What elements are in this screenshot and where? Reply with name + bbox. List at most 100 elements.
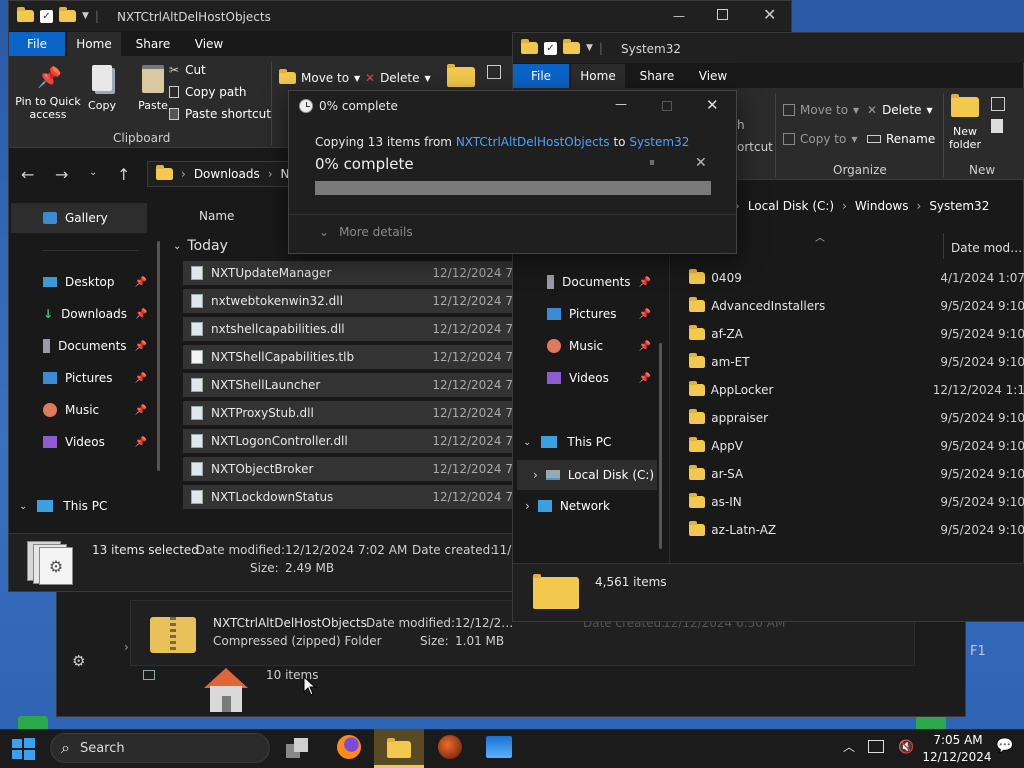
table-row[interactable]: NXTLockdownStatus 12/12/2024 7 [183, 485, 513, 509]
left-maximize-icon[interactable] [717, 9, 728, 20]
left-up-button[interactable]: ↑ [117, 165, 130, 184]
col-header-name[interactable]: Name [199, 209, 234, 223]
ribbon-paste-shortcut-button[interactable]: Paste shortcut [169, 107, 271, 121]
right-address-bar[interactable]: › Local Disk (C:) › Windows › System32 [735, 193, 1024, 219]
right-tab-home[interactable]: Home [571, 64, 625, 88]
right-move-to-button[interactable]: Move to ▼ [783, 103, 859, 117]
list-item[interactable]: am-ET 9/5/2024 9:10 [689, 349, 1024, 375]
dialog-close-icon[interactable]: ✕ [706, 96, 719, 114]
list-item[interactable]: AppLocker 12/12/2024 1:1 [689, 377, 1024, 403]
right-nav-scrollbar[interactable] [659, 343, 662, 549]
list-item[interactable]: as-IN 9/5/2024 9:10 [689, 489, 1024, 515]
left-move-to-button[interactable]: Move to ▼ [279, 69, 360, 85]
list-item[interactable]: appraiser 9/5/2024 9:10 [689, 405, 1024, 431]
right-tab-share[interactable]: Share [635, 64, 679, 88]
ribbon-copy-button[interactable]: Copy [87, 63, 117, 113]
clock-time[interactable]: 7:05 AM [930, 733, 986, 747]
left-qat-folder-icon[interactable] [59, 7, 76, 22]
right-copy-to-button[interactable]: Copy to ▼ [783, 132, 857, 146]
left-qat-dropdown-icon[interactable]: ▼ [82, 11, 89, 21]
table-row[interactable]: nxtshellcapabilities.dll 12/12/2024 7 [183, 317, 513, 341]
table-row[interactable]: NXTObjectBroker 12/12/2024 7 [183, 457, 513, 481]
right-rename-button[interactable]: Rename [867, 132, 935, 146]
left-checkbox-icon[interactable]: ✓ [40, 9, 53, 23]
tray-overflow-icon[interactable]: ︿ [843, 738, 855, 755]
desktop-shortcut-green-2[interactable] [916, 716, 946, 730]
taskbar-search-box[interactable]: ⌕ Search [50, 733, 270, 763]
back-settings-icon[interactable]: ⚙ [72, 652, 85, 670]
start-button[interactable] [12, 738, 36, 760]
right-qat-folder-icon[interactable] [563, 39, 580, 54]
list-item[interactable]: 0409 4/1/2024 1:07 [689, 265, 1024, 291]
nav-pictures[interactable]: Pictures 📌 [43, 371, 147, 385]
left-new-folder-icon[interactable] [447, 64, 475, 87]
right-tab-view[interactable]: View [691, 64, 735, 88]
nav-gallery[interactable]: Gallery [11, 203, 147, 233]
dialog-minimize-icon[interactable]: — [615, 97, 627, 111]
table-row[interactable]: NXTUpdateManager 12/12/2024 7 [183, 261, 513, 285]
firefox-taskbar-icon[interactable] [337, 735, 361, 759]
left-recent-chevron[interactable]: ⌄ [89, 167, 97, 178]
right-checkbox-icon[interactable]: ✓ [544, 41, 557, 55]
list-item[interactable]: AdvancedInstallers 9/5/2024 9:10 [689, 293, 1024, 319]
right-nav-local-disk[interactable]: › Local Disk (C:) [517, 460, 657, 490]
table-row[interactable]: NXTProxyStub.dll 12/12/2024 7 [183, 401, 513, 425]
left-forward-button[interactable]: → [55, 165, 68, 184]
app-taskbar-icon-red[interactable] [438, 735, 462, 759]
desktop-shortcut-green[interactable] [18, 716, 48, 730]
right-nav-this-pc[interactable]: ⌄ This PC [523, 435, 611, 449]
left-tab-view[interactable]: View [187, 32, 231, 56]
group-today[interactable]: ⌄ Today [173, 238, 228, 254]
list-item[interactable]: az-Latn-AZ 9/5/2024 9:10 [689, 517, 1024, 543]
list-item[interactable]: af-ZA 9/5/2024 9:10 [689, 321, 1024, 347]
ribbon-copy-path-button[interactable]: Copy path [169, 85, 247, 99]
right-nav-music[interactable]: Music 📌 [547, 339, 651, 353]
right-tab-file[interactable]: File [513, 64, 569, 88]
left-delete-button[interactable]: ✕ Delete ▼ [365, 71, 431, 85]
breadcrumb-windows[interactable]: Windows [855, 199, 909, 213]
left-tab-file[interactable]: File [9, 32, 65, 56]
table-row[interactable]: NXTShellLauncher 12/12/2024 7 [183, 373, 513, 397]
list-item[interactable]: ar-SA 9/5/2024 9:10 [689, 461, 1024, 487]
new-folder-button[interactable]: New folder [947, 94, 983, 151]
nav-desktop[interactable]: Desktop 📌 [43, 275, 147, 289]
left-minimize-icon[interactable]: — [673, 9, 685, 23]
right-nav-pictures[interactable]: Pictures 📌 [547, 307, 651, 321]
more-details-button[interactable]: ⌄ More details [319, 225, 413, 239]
back-nav-chevron[interactable]: › [124, 640, 129, 654]
cancel-copy-button[interactable]: ✕ [695, 155, 707, 171]
pause-button[interactable]: ⏸ [649, 155, 655, 170]
nav-this-pc[interactable]: ⌄ This PC [19, 499, 107, 513]
right-nav-documents[interactable]: Documents 📌 [547, 275, 651, 289]
breadcrumb-system32[interactable]: System32 [929, 199, 989, 213]
task-view-icon[interactable] [286, 738, 310, 758]
right-qat-dropdown-icon[interactable]: ▼ [586, 43, 593, 53]
left-back-button[interactable]: ← [21, 165, 34, 184]
new-item-icon[interactable] [991, 97, 1005, 111]
tray-volume-icon[interactable]: 🔇 [898, 740, 914, 755]
nav-scrollbar[interactable] [157, 241, 160, 471]
list-item[interactable]: AppV 9/5/2024 9:10 [689, 433, 1024, 459]
left-tab-home[interactable]: Home [67, 32, 121, 56]
col-header-date[interactable]: Date modified [951, 241, 1024, 255]
table-row[interactable]: nxtwebtokenwin32.dll 12/12/2024 7 [183, 289, 513, 313]
nav-videos[interactable]: Videos 📌 [43, 435, 147, 449]
left-close-icon[interactable]: ✕ [763, 5, 776, 24]
breadcrumb-downloads[interactable]: Downloads [194, 167, 260, 181]
sort-up-chevron-icon[interactable]: ︿ [815, 229, 825, 244]
right-nav-network[interactable]: › Network [525, 499, 610, 513]
easy-access-icon[interactable] [991, 119, 1003, 133]
nav-documents[interactable]: Documents 📌 [43, 339, 147, 353]
breadcrumb-local-disk[interactable]: Local Disk (C:) [748, 199, 834, 213]
left-properties-icon[interactable] [487, 65, 501, 79]
left-tab-share[interactable]: Share [131, 32, 175, 56]
app-taskbar-icon-blue[interactable] [486, 736, 512, 758]
tray-network-icon[interactable] [868, 740, 884, 753]
file-explorer-taskbar-button[interactable] [374, 729, 424, 768]
pin-quick-access-button[interactable]: 📌 Pin to Quick access [15, 63, 81, 127]
ribbon-paste-button[interactable]: Paste [135, 63, 171, 113]
notification-icon[interactable]: 💬 [996, 738, 1013, 754]
nav-music[interactable]: Music 📌 [43, 403, 147, 417]
destination-link[interactable]: System32 [629, 135, 689, 149]
table-row[interactable]: NXTLogonController.dll 12/12/2024 7 [183, 429, 513, 453]
